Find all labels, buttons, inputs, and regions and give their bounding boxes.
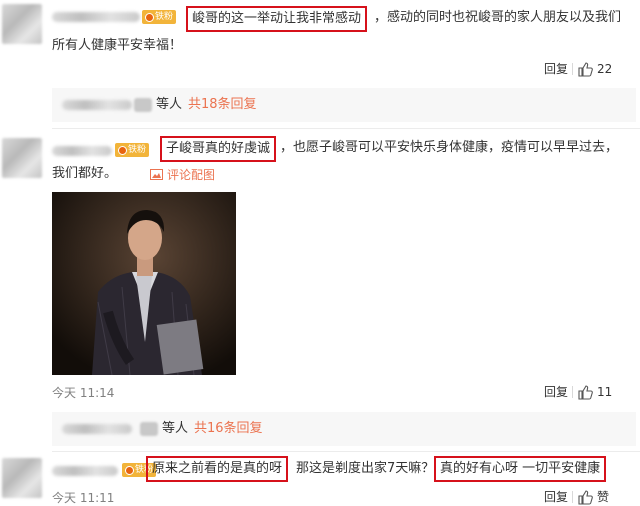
username-blurred[interactable] [52,146,112,156]
divider [52,128,640,129]
sub-badge-blurred [134,98,152,112]
fan-badge-icon: 铁粉 [142,10,177,24]
more-replies-link[interactable]: 共18条回复 [188,95,257,115]
sub-username-blurred [62,424,132,434]
divider [52,451,640,452]
man-portrait-image [52,192,236,375]
view-image-label: 评论配图 [167,168,216,182]
sub-username-blurred [62,100,132,110]
comment-text-line2: 我们都好。 [52,166,118,181]
sub-reply-summary[interactable]: 等人 共18条回复 [52,88,636,122]
avatar[interactable] [2,138,42,178]
sub-reply-label: 等人 [162,421,189,436]
divider [572,62,574,75]
reply-button[interactable]: 回复 [544,383,568,400]
like-count: 赞 [597,490,610,504]
comment-time: 今天 11:14 [52,386,115,400]
sub-badge-blurred [140,422,158,436]
highlighted-text: 真的好有心呀 一切平安健康 [434,456,607,482]
comment-text-line2: 所有人健康平安幸福！ [52,38,183,53]
comment-text: ，也愿子峻哥可以平安快乐身体健康，疫情可以早早过去， [280,140,619,155]
fan-badge-label: 铁粉 [155,12,174,22]
view-image-link[interactable]: 评论配图 [150,166,215,183]
sub-reply-summary[interactable]: 等人 共16条回复 [52,412,636,446]
comment-actions: 回复 22 [544,60,612,77]
username-blurred[interactable] [52,466,118,476]
comment-actions: 回复 11 [544,383,612,400]
like-count: 22 [597,61,613,76]
comment-time: 今天 11:11 [52,491,115,505]
thumbs-up-icon[interactable] [577,61,593,77]
avatar[interactable] [2,458,42,498]
highlighted-text: 原来之前看的是真的呀 [146,456,289,482]
comment-text: 那这是剃度出家7天嘛？ [296,461,435,476]
comment-text: ，感动的同时也祝峻哥的家人朋友以及我们 [374,10,622,25]
image-icon [150,169,163,180]
comment-image[interactable] [52,192,236,375]
like-count: 11 [597,384,613,399]
divider [572,385,574,398]
thumbs-up-icon[interactable] [577,384,593,400]
username-blurred[interactable] [52,12,140,22]
more-replies-link[interactable]: 共16条回复 [194,419,263,439]
avatar[interactable] [2,4,42,44]
fan-badge-label: 铁粉 [128,145,147,155]
highlighted-text: 峻哥的这一举动让我非常感动 [186,6,368,32]
thumbs-up-icon[interactable] [577,489,593,505]
comment-actions: 回复 赞 [544,488,609,505]
highlighted-text: 子峻哥真的好虔诚 [160,136,277,162]
sub-reply-label: 等人 [156,97,183,112]
reply-button[interactable]: 回复 [544,60,568,77]
divider [572,490,574,503]
reply-button[interactable]: 回复 [544,488,568,505]
fan-badge-icon: 铁粉 [115,143,150,157]
